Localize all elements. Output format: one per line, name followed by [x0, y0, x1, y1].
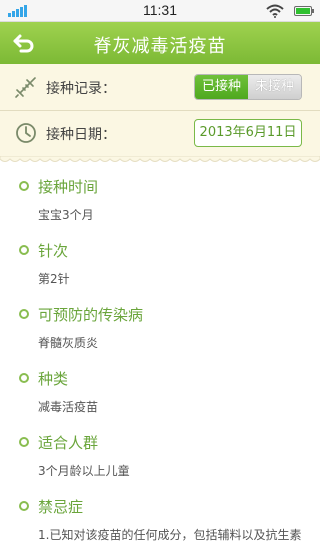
vaccination-panel: 接种记录： 已接种 未接种 接种日期： 2013年6月11日	[0, 64, 320, 156]
toggle-vaccinated-option[interactable]: 已接种	[195, 75, 248, 99]
detail-value: 第2针	[38, 272, 70, 286]
detail-value: 宝宝3个月	[38, 208, 94, 222]
detail-item: 可预防的传染病 脊髓灰质炎	[0, 298, 320, 362]
detail-item: 接种时间 宝宝3个月	[0, 170, 320, 234]
detail-heading: 可预防的传染病	[38, 306, 144, 324]
detail-heading: 适合人群	[38, 434, 99, 452]
status-bar: 11:31	[0, 0, 320, 22]
record-label: 接种记录：	[46, 81, 116, 97]
bullet-icon	[19, 181, 29, 191]
vaccinated-toggle[interactable]: 已接种 未接种	[194, 74, 302, 100]
detail-item: 种类 减毒活疫苗	[0, 362, 320, 426]
bullet-icon	[19, 245, 29, 255]
date-label: 接种日期：	[46, 127, 116, 143]
detail-heading: 针次	[38, 242, 69, 260]
wifi-icon	[266, 4, 284, 18]
title-bar: 脊灰减毒活疫苗	[0, 22, 320, 64]
clock-icon	[16, 123, 36, 143]
battery-icon	[294, 6, 314, 16]
bullet-icon	[19, 437, 29, 447]
detail-value: 1.已知对该疫苗的任何成分，包括辅料以及抗生素	[38, 528, 302, 542]
detail-item: 针次 第2针	[0, 234, 320, 298]
syringe-icon	[15, 77, 36, 98]
panel-wave-edge	[0, 156, 320, 162]
detail-value: 3个月龄以上儿童	[38, 464, 130, 478]
detail-item: 适合人群 3个月龄以上儿童	[0, 426, 320, 490]
record-row: 接种记录： 已接种 未接种	[0, 64, 320, 111]
detail-value: 减毒活疫苗	[38, 400, 99, 414]
bullet-icon	[19, 501, 29, 511]
detail-value: 脊髓灰质炎	[38, 336, 99, 350]
bullet-icon	[19, 309, 29, 319]
detail-heading: 种类	[38, 370, 69, 388]
date-picker[interactable]: 2013年6月11日	[194, 119, 302, 147]
date-row: 接种日期： 2013年6月11日	[0, 110, 320, 156]
bullet-icon	[19, 373, 29, 383]
detail-item: 禁忌症 1.已知对该疫苗的任何成分，包括辅料以及抗生素	[0, 490, 320, 554]
page-title: 脊灰减毒活疫苗	[93, 36, 227, 57]
vaccine-details-list: 接种时间 宝宝3个月 针次 第2针 可预防的传染病 脊髓灰质炎 种类 减毒活疫苗…	[0, 170, 320, 554]
detail-heading: 接种时间	[38, 178, 99, 196]
detail-heading: 禁忌症	[38, 498, 84, 516]
toggle-not-vaccinated-option[interactable]: 未接种	[248, 75, 301, 99]
